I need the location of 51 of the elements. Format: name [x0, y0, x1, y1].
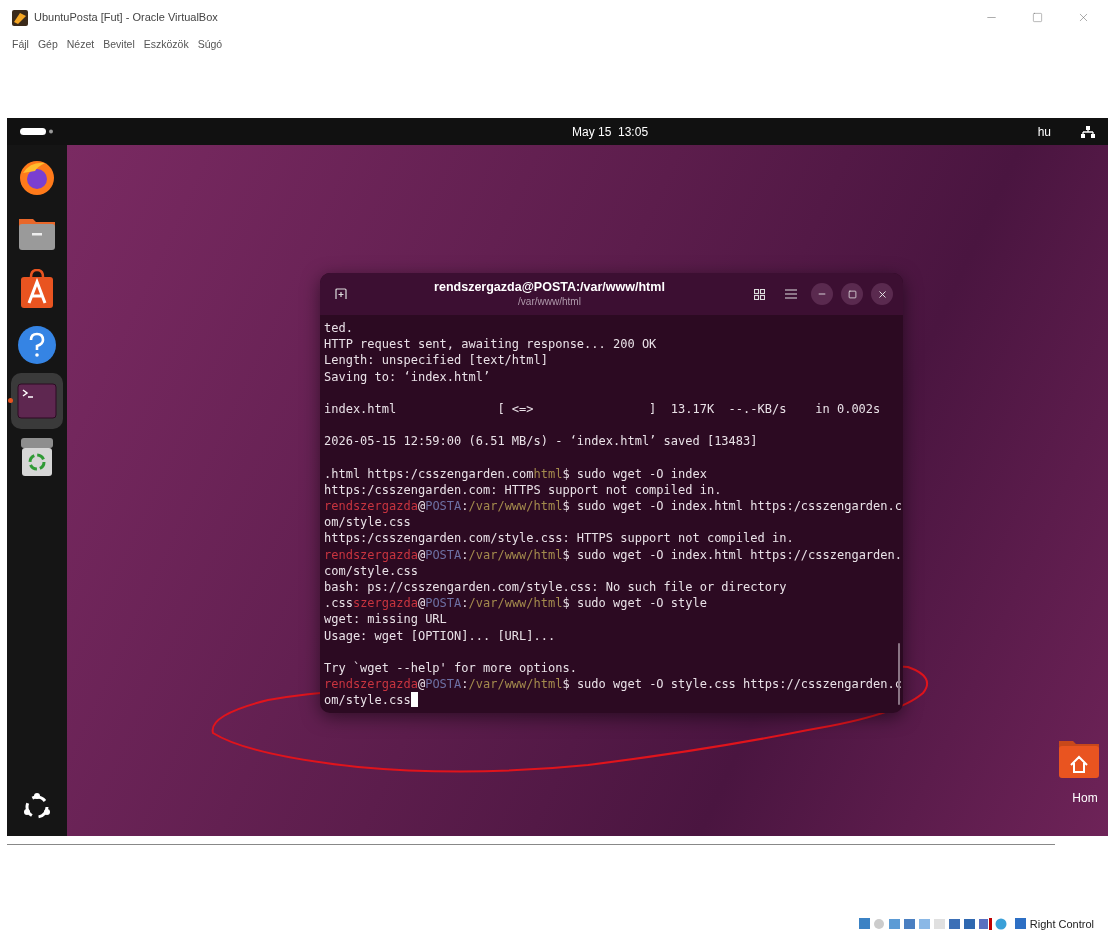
new-tab-icon	[335, 288, 347, 300]
terminal-line: rendszergazda@POSTA:/var/www/html$ sudo wget -O style.css https://csszengarden.c	[324, 676, 902, 693]
terminal-line: ted.	[324, 320, 353, 337]
trash-icon	[20, 437, 54, 477]
input-source-indicator[interactable]: hu	[1037, 122, 1051, 141]
menu-icon	[785, 289, 797, 299]
terminal-line: Saving to: ‘index.html’	[324, 368, 491, 385]
maximize-icon	[847, 289, 857, 299]
terminal-line: HTTP request sent, awaiting response... 200 OK	[324, 336, 657, 353]
shopping-bag-icon	[20, 269, 54, 309]
terminal-title: rendszergazda@POSTA:/var/www/html	[434, 279, 665, 296]
terminal-line: .html https:/csszengarden.comhtml$ sudo wget -O index	[324, 465, 707, 482]
app-logo-icon	[12, 9, 28, 26]
close-icon	[1077, 11, 1090, 24]
terminal-line: om/style.css	[324, 514, 411, 531]
terminal-line: com/style.css	[324, 562, 418, 579]
maximize-button[interactable]	[841, 283, 863, 305]
host-key-label: Right Control	[1029, 919, 1094, 930]
clock[interactable]: May 15 13:05	[572, 122, 649, 141]
terminal-line: Usage: wget [OPTION]... [URL]...	[324, 627, 556, 644]
menu-item[interactable]: Bevitel	[103, 37, 135, 53]
terminal-line: rendszergazda@POSTA:/var/www/html$ sudo wget -O index.html https://csszengarden.	[324, 546, 902, 563]
terminal-subtitle: /var/www/html	[518, 295, 581, 309]
terminal-line: Length: unspecified [text/html]	[324, 352, 548, 369]
terminal-icon	[17, 383, 57, 419]
network-icon	[1081, 125, 1095, 138]
menu-item[interactable]: Súgó	[197, 37, 223, 53]
workspace-indicator-icon	[20, 128, 54, 135]
scrollbar	[898, 643, 900, 705]
grid-icon	[753, 288, 765, 300]
terminal-line: 2026-05-15 12:59:00 (6.51 MB/s) - ‘index.html’ saved [13483]	[324, 433, 758, 450]
maximize-icon	[1032, 12, 1043, 23]
terminal-line: https:/csszengarden.com: HTTPS support not compiled in.	[324, 481, 722, 499]
terminal-line: https:/csszengarden.com/style.css: HTTPS support not compiled in.	[324, 530, 794, 547]
window-title: UbuntuPosta [Fut] - Oracle VirtualBox	[34, 10, 218, 26]
terminal-line: wget: missing URL	[324, 611, 447, 628]
terminal-line: index.html [ <=> ] 13.17K --.-KB/s in 0.002s	[324, 400, 881, 418]
menu-item[interactable]: Nézet	[66, 37, 95, 53]
close-icon	[876, 288, 888, 300]
close-button[interactable]	[871, 283, 893, 305]
desktop-icon-label: Hom	[1072, 790, 1098, 807]
question-mark-icon	[17, 325, 57, 365]
menu-item[interactable]: Eszközök	[143, 37, 189, 53]
terminal-line: om/style.css	[324, 692, 411, 709]
terminal-line: Try `wget --help' for more options.	[324, 659, 577, 677]
minimize-button[interactable]	[811, 283, 833, 305]
terminal-line: bash: ps://csszengarden.com/style.css: No such file or directory	[324, 579, 787, 596]
menu-item[interactable]: Gép	[37, 37, 58, 53]
terminal-line: .cssszergazda@POSTA:/var/www/html$ sudo wget -O style	[324, 595, 707, 612]
terminal-line: rendszergazda@POSTA:/var/www/html$ sudo wget -O index.html https:/csszengarden.c	[324, 498, 902, 515]
menu-item[interactable]: Fájl	[12, 37, 29, 53]
